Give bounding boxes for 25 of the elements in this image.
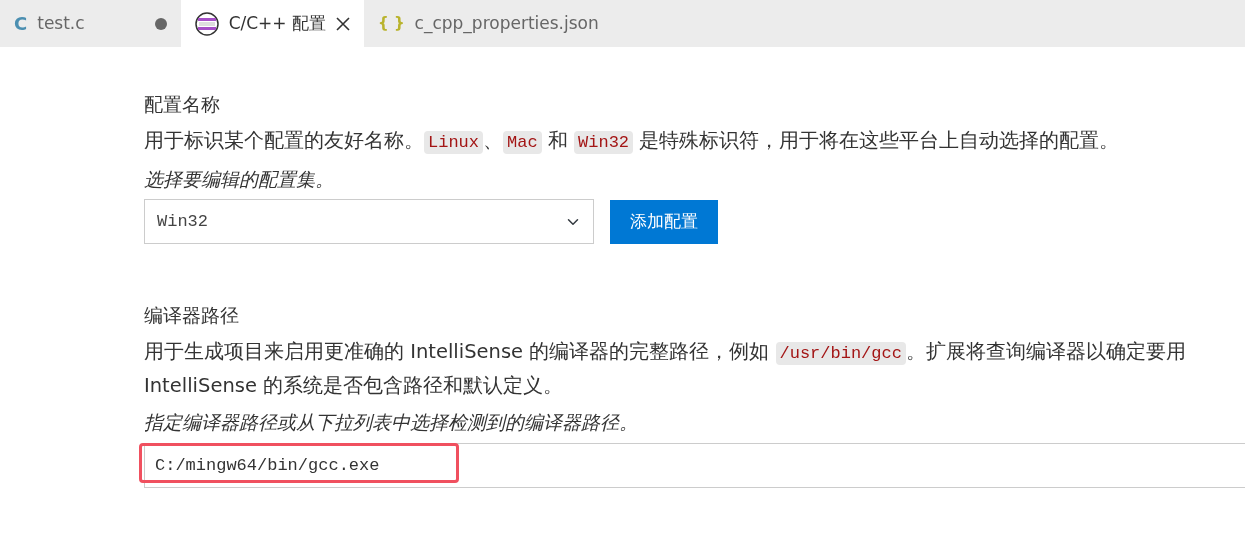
c-file-icon: C (14, 10, 28, 37)
description-text: 用于标识某个配置的友好名称。 (144, 128, 424, 152)
tab[interactable]: C test.c (0, 0, 181, 47)
section-title: 编译器路径 (144, 304, 240, 329)
code-snippet: Mac (503, 130, 542, 154)
badge-icon (194, 11, 219, 36)
hint-text: 指定编译器路径或从下拉列表中选择检测到的编译器路径。 (144, 410, 639, 435)
description-text: 用于生成项目来启用更准确的 IntelliSense 的编译器的完整路径，例如 (144, 340, 771, 363)
braces-icon: { } (378, 12, 405, 35)
hint-text: 选择要编辑的配置集。 (144, 166, 335, 192)
code-snippet: Linux (424, 130, 483, 154)
tab[interactable]: { } c_cpp_properties.json (364, 0, 613, 47)
description-text: IntelliSense 的系统是否包含路径和默认定义。 (144, 374, 564, 397)
close-icon[interactable] (336, 16, 350, 31)
tab[interactable]: C/C++ 配置 (180, 0, 364, 47)
add-config-button[interactable]: 添加配置 (610, 199, 718, 244)
compiler-path-field[interactable]: C:/mingw64/bin/gcc.exe (144, 442, 1245, 488)
code-snippet: /usr/bin/gcc (775, 342, 906, 365)
description-text: 。扩展将查询编译器以确定要用 (905, 340, 1186, 363)
description-text: 和 (546, 128, 569, 152)
description-text: 、 (483, 128, 503, 152)
description-text: 是特殊标识符，用于将在这些平台上自动选择的配置。 (638, 128, 1120, 152)
code-snippet: Win32 (574, 130, 634, 154)
config-dropdown[interactable]: Win32 (144, 199, 594, 245)
section-title: 配置名称 (144, 93, 221, 117)
